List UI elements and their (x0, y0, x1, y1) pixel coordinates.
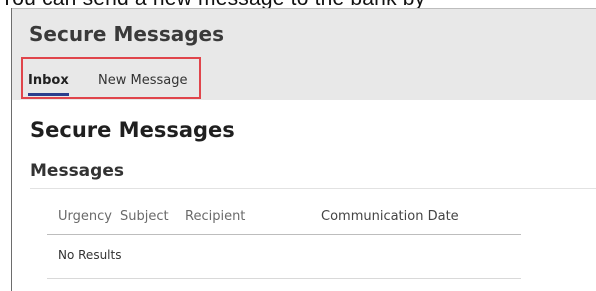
table-row-empty: No Results (47, 235, 521, 279)
column-header-subject[interactable]: Subject (120, 209, 169, 224)
tabs-highlight-annotation (21, 57, 201, 99)
screenshot-canvas: You can send a new message to the bank b… (0, 0, 596, 291)
no-results-text: No Results (58, 248, 122, 262)
column-header-recipient[interactable]: Recipient (185, 209, 245, 224)
column-header-urgency[interactable]: Urgency (58, 209, 112, 224)
messages-section-title: Messages (30, 161, 124, 181)
column-header-communication-date[interactable]: Communication Date (321, 209, 459, 224)
frame-left-border (11, 8, 12, 291)
messages-table-header: Urgency Subject Recipient Communication … (47, 201, 521, 235)
page-title: Secure Messages (30, 118, 235, 142)
section-divider (30, 188, 596, 189)
app-title: Secure Messages (29, 22, 225, 46)
